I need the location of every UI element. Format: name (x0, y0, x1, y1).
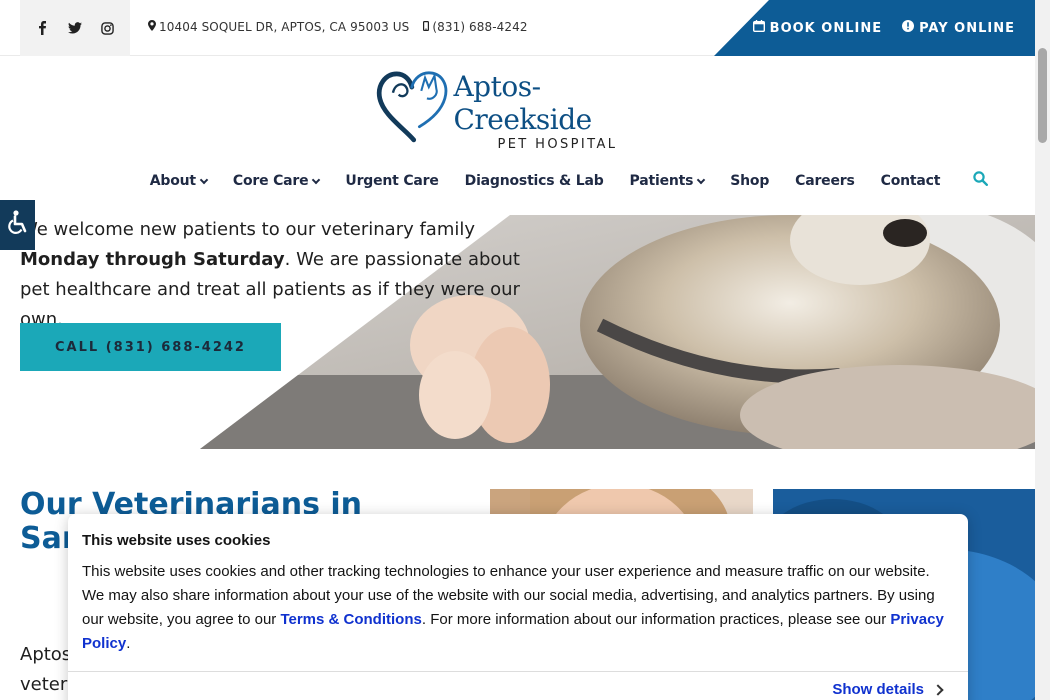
phone-icon (423, 20, 430, 34)
nav-item-patients[interactable]: Patients (629, 173, 706, 189)
facebook-icon[interactable] (32, 18, 52, 38)
scrollbar-thumb[interactable] (1038, 48, 1047, 143)
site-logo[interactable]: Aptos-Creekside PET HOSPITAL (376, 64, 666, 152)
book-online-label: BOOK ONLINE (769, 20, 883, 36)
nav-item-careers[interactable]: Careers (795, 173, 855, 189)
nav-item-label: Urgent Care (345, 173, 439, 189)
nav-item-urgent-care[interactable]: Urgent Care (345, 173, 438, 189)
instagram-icon[interactable] (98, 18, 118, 38)
hero-text-bold: Monday through Saturday (20, 249, 285, 270)
heart-pet-logo-icon (376, 71, 448, 143)
phone[interactable]: (831) 688-4242 (423, 20, 527, 34)
chevron-right-icon (932, 683, 944, 696)
cookie-dialog-title: This website uses cookies (82, 532, 271, 549)
top-bar: 10404 SOQUEL DR, APTOS, CA 95003 US (831… (0, 0, 1035, 56)
twitter-icon[interactable] (65, 18, 85, 38)
nav-item-diagnostics-lab[interactable]: Diagnostics & Lab (465, 173, 604, 189)
nav-item-shop[interactable]: Shop (730, 173, 769, 189)
hero-text: We welcome new patients to our veterinar… (20, 215, 550, 335)
page: 10404 SOQUEL DR, APTOS, CA 95003 US (831… (0, 0, 1050, 700)
social-links (20, 0, 130, 56)
nav-item-about[interactable]: About (149, 173, 209, 189)
pay-online-label: PAY ONLINE (919, 20, 1015, 36)
hero-section: We welcome new patients to our veterinar… (0, 215, 1035, 449)
nav-item-core-care[interactable]: Core Care (232, 173, 321, 189)
terms-conditions-link[interactable]: Terms & Conditions (280, 611, 421, 628)
top-actions: BOOK ONLINE PAY ONLINE (714, 0, 1035, 56)
cookie-consent-dialog: This website uses cookies This website u… (68, 514, 968, 700)
accessibility-icon (7, 209, 29, 241)
accessibility-button[interactable] (0, 200, 35, 250)
address-text: 10404 SOQUEL DR, APTOS, CA 95003 US (159, 20, 410, 34)
nav-item-label: Shop (730, 173, 770, 189)
nav-item-label: About (149, 173, 196, 189)
show-details-label: Show details (832, 681, 924, 698)
show-details-button[interactable]: Show details (832, 681, 944, 698)
logo-name: Aptos-Creekside (453, 70, 592, 136)
chevron-down-icon (199, 175, 209, 184)
logo-text: Aptos-Creekside PET HOSPITAL (453, 70, 666, 152)
nav-item-label: Patients (629, 173, 694, 189)
nav-item-label: Contact (880, 173, 941, 189)
nav-item-contact[interactable]: Contact (881, 173, 941, 189)
chevron-down-icon (312, 175, 321, 184)
nav-item-label: Careers (795, 173, 855, 189)
logo-subtitle: PET HOSPITAL (497, 137, 618, 152)
search-icon[interactable] (973, 171, 989, 191)
map-pin-icon (148, 20, 156, 34)
chevron-down-icon (697, 175, 706, 184)
info-circle-icon (902, 20, 915, 36)
cookie-text-part-3: . (126, 635, 131, 652)
contact-info: 10404 SOQUEL DR, APTOS, CA 95003 US (831… (148, 20, 528, 34)
hero-text-start: We welcome new patients to our veterinar… (20, 219, 476, 240)
calendar-icon (752, 20, 765, 36)
cookie-dialog-divider (68, 671, 968, 672)
book-online-button[interactable]: BOOK ONLINE (752, 20, 883, 36)
call-button[interactable]: CALL (831) 688-4242 (20, 323, 281, 371)
address[interactable]: 10404 SOQUEL DR, APTOS, CA 95003 US (148, 20, 409, 34)
main-nav: About Core Care Urgent Care Diagnostics … (0, 166, 1035, 196)
phone-text: (831) 688-4242 (432, 20, 528, 34)
cookie-text-part-2: . For more information about our informa… (421, 611, 891, 628)
pay-online-button[interactable]: PAY ONLINE (902, 20, 1015, 36)
cookie-dialog-text: This website uses cookies and other trac… (82, 560, 952, 656)
nav-item-label: Core Care (232, 173, 309, 189)
nav-item-label: Diagnostics & Lab (464, 173, 604, 189)
